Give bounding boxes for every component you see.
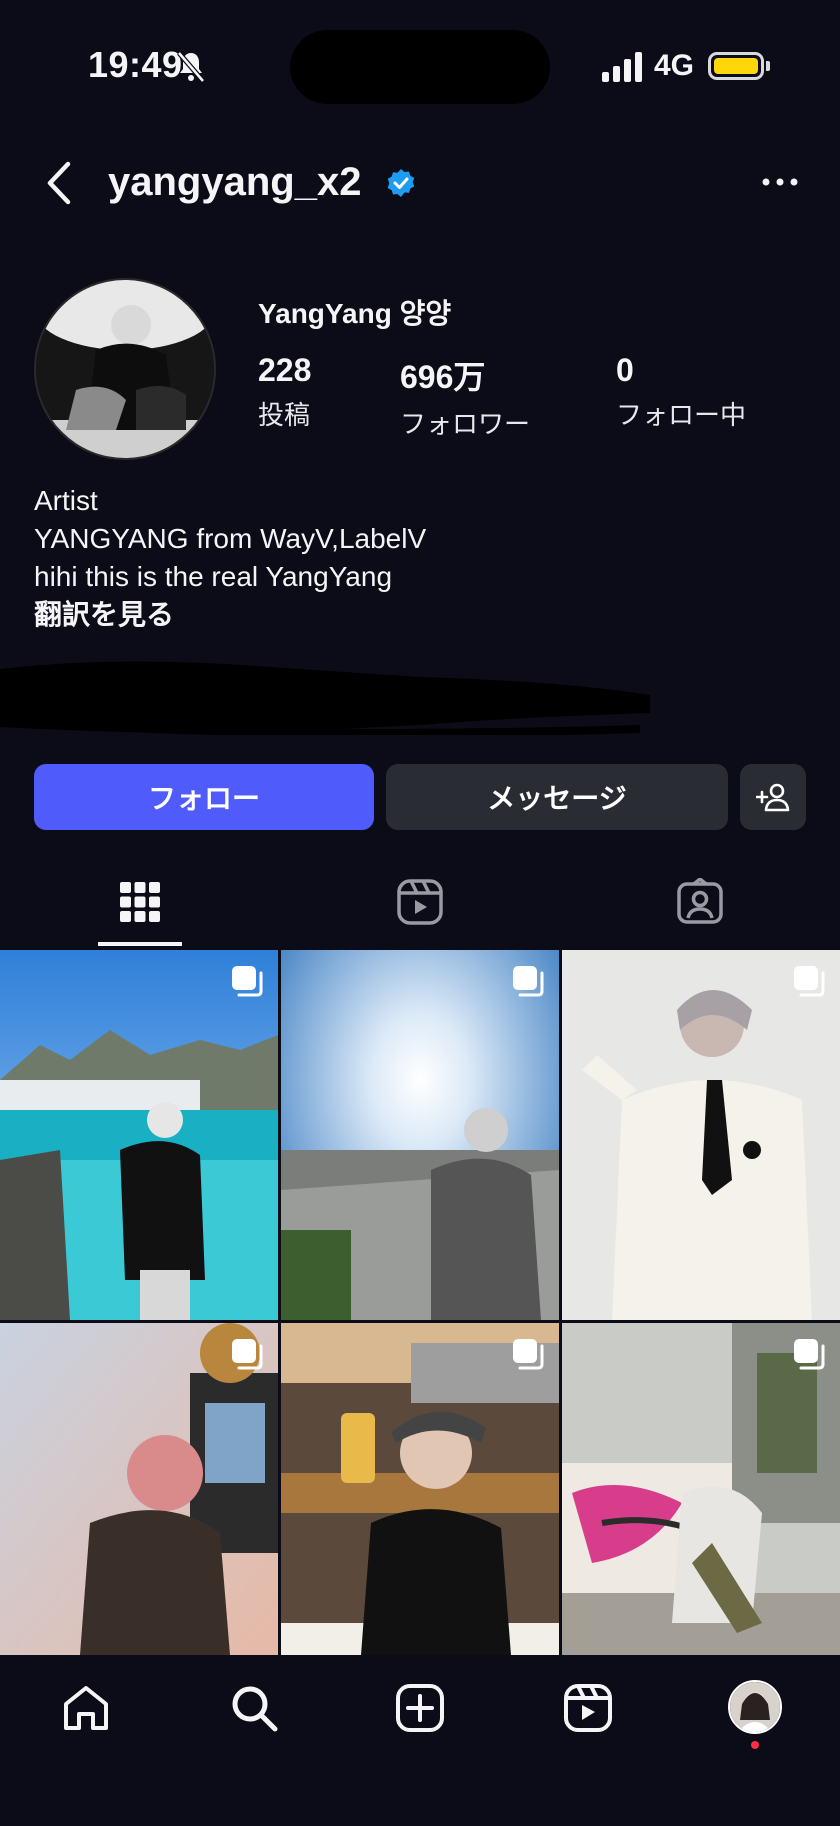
message-button[interactable]: メッセージ xyxy=(386,764,728,830)
followers-stat[interactable]: 696万 フォロワー xyxy=(400,352,530,441)
following-label: フォロー中 xyxy=(616,400,747,430)
search-icon[interactable] xyxy=(226,1680,282,1736)
profile-nav-avatar[interactable] xyxy=(728,1680,782,1734)
grid-icon xyxy=(120,882,160,922)
post-thumbnail[interactable] xyxy=(562,1323,840,1655)
add-person-icon xyxy=(756,783,790,812)
suggested-users-button[interactable] xyxy=(740,764,806,830)
bio-line: YANGYANG from WayV,LabelV xyxy=(34,523,427,554)
see-translation-link[interactable]: 翻訳を見る xyxy=(34,596,426,634)
active-tab-indicator xyxy=(98,942,182,946)
more-options-icon[interactable] xyxy=(760,170,800,194)
tagged-icon xyxy=(677,878,723,924)
display-name: YangYang 양양 xyxy=(258,298,452,329)
follow-button[interactable]: フォロー xyxy=(34,764,374,830)
redacted-scribble xyxy=(0,661,650,735)
post-thumbnail[interactable] xyxy=(0,1323,278,1655)
dynamic-island xyxy=(290,30,550,104)
multi-photo-icon xyxy=(513,1339,544,1370)
battery-icon xyxy=(708,52,764,80)
battery-tip xyxy=(766,61,770,71)
followers-label: フォロワー xyxy=(400,409,531,439)
verified-badge-icon xyxy=(387,169,415,197)
posts-label: 投稿 xyxy=(258,400,311,430)
signal-icon xyxy=(602,52,642,82)
network-type: 4G xyxy=(654,49,695,82)
multi-photo-icon xyxy=(794,1339,825,1370)
post-thumbnail[interactable] xyxy=(281,1323,559,1655)
back-icon[interactable] xyxy=(40,158,80,208)
post-thumbnail[interactable] xyxy=(562,950,840,1320)
bio-line: hihi this is the real YangYang xyxy=(34,561,393,592)
multi-photo-icon xyxy=(513,966,544,997)
post-thumbnail[interactable] xyxy=(0,950,278,1320)
multi-photo-icon xyxy=(794,966,825,997)
tab-posts[interactable] xyxy=(108,870,172,934)
multi-photo-icon xyxy=(232,966,263,997)
notification-dot xyxy=(751,1741,759,1749)
tab-tagged[interactable] xyxy=(668,870,732,934)
status-time: 19:49 xyxy=(88,44,183,85)
posts-stat[interactable]: 228 投稿 xyxy=(258,352,311,432)
multi-photo-icon xyxy=(232,1339,263,1370)
tab-reels[interactable] xyxy=(388,870,452,934)
post-thumbnail[interactable] xyxy=(281,950,559,1320)
bio: Artist YANGYANG from WayV,LabelV hihi th… xyxy=(34,482,426,634)
followers-count: 696万 xyxy=(400,359,486,395)
profile-avatar[interactable] xyxy=(34,278,216,460)
following-count: 0 xyxy=(616,352,634,388)
username: yangyang_x2 xyxy=(108,160,362,204)
bio-line: Artist xyxy=(34,485,98,516)
reels-icon xyxy=(397,879,443,925)
reels-nav-icon[interactable] xyxy=(560,1680,616,1736)
create-icon[interactable] xyxy=(392,1680,448,1736)
bell-muted-icon xyxy=(177,51,205,83)
posts-count: 228 xyxy=(258,352,312,388)
following-stat[interactable]: 0 フォロー中 xyxy=(616,352,746,432)
home-icon[interactable] xyxy=(58,1680,114,1736)
